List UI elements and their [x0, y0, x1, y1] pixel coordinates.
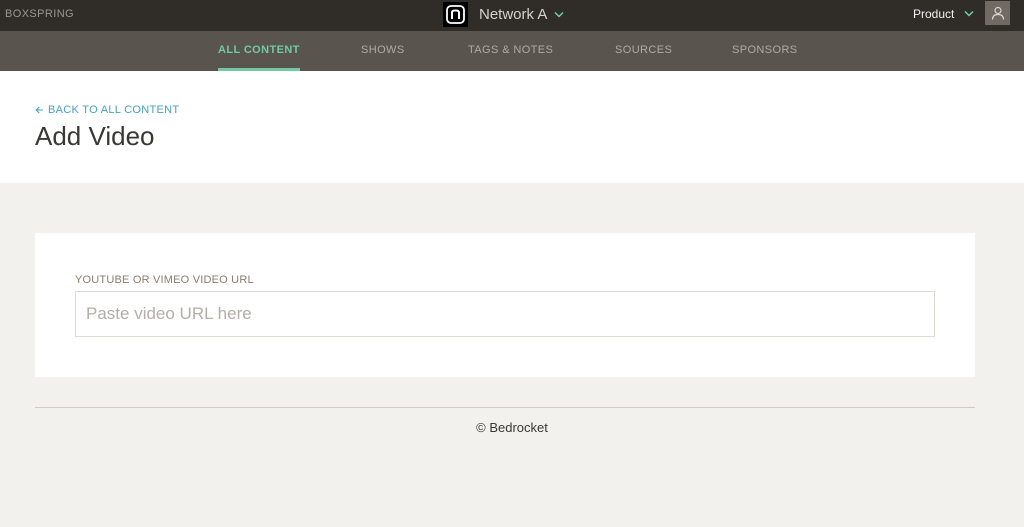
footer-copyright: © Bedrocket — [476, 420, 548, 435]
video-url-label: YOUTUBE OR VIMEO VIDEO URL — [75, 274, 254, 286]
user-icon — [991, 6, 1005, 20]
page-title: Add Video — [35, 121, 155, 151]
tab-sponsors[interactable]: SPONSORS — [732, 31, 798, 71]
chevron-down-icon — [554, 11, 564, 18]
chevron-down-icon — [964, 10, 974, 17]
video-url-form: YOUTUBE OR VIMEO VIDEO URL — [35, 233, 975, 377]
tab-shows[interactable]: SHOWS — [361, 31, 405, 71]
brand-name[interactable]: BOXSPRING — [5, 0, 74, 28]
tab-all-content[interactable]: ALL CONTENT — [218, 31, 300, 71]
network-switcher[interactable]: Network A — [443, 1, 564, 27]
top-bar: BOXSPRING Network A Product — [0, 0, 1024, 31]
footer-divider — [35, 407, 975, 408]
user-avatar-button[interactable] — [985, 1, 1010, 25]
back-link-label: BACK TO ALL CONTENT — [48, 104, 180, 116]
tab-tags-notes[interactable]: TAGS & NOTES — [468, 31, 553, 71]
tab-sources[interactable]: SOURCES — [615, 31, 672, 71]
network-name: Network A — [479, 5, 548, 23]
network-logo-icon — [443, 1, 468, 27]
arrow-left-icon — [35, 106, 44, 114]
product-label: Product — [913, 6, 955, 21]
main-nav: ALL CONTENT SHOWS TAGS & NOTES SOURCES S… — [0, 31, 1024, 71]
page-header: BACK TO ALL CONTENT Add Video — [0, 71, 1024, 183]
back-to-all-content-link[interactable]: BACK TO ALL CONTENT — [35, 104, 179, 116]
product-menu[interactable]: Product — [913, 0, 974, 27]
video-url-input[interactable] — [75, 291, 935, 337]
